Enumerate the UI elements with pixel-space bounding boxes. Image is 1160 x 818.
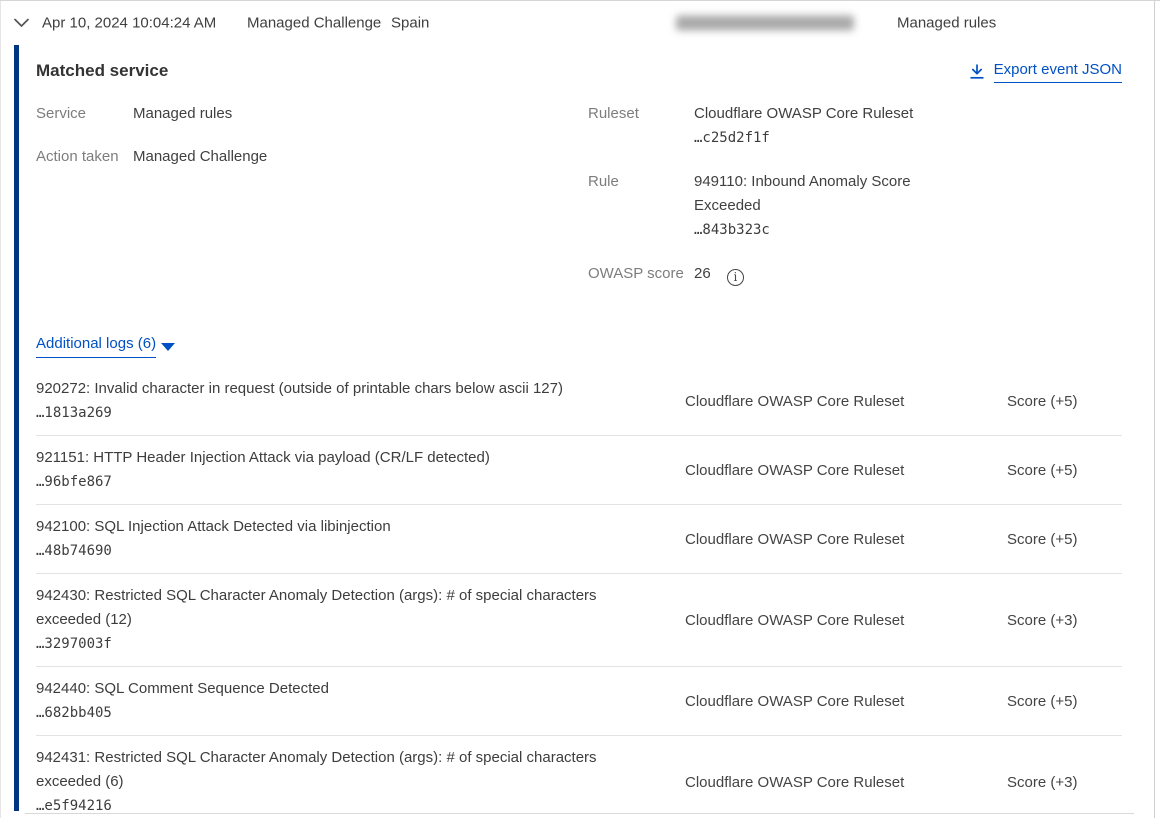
log-description: 942431: Restricted SQL Character Anomaly… (36, 746, 655, 794)
log-score: Score (+5) (1007, 531, 1122, 548)
action-taken-value: Managed Challenge (133, 145, 267, 169)
additional-logs-list: 920272: Invalid character in request (ou… (36, 367, 1122, 818)
action-taken-label: Action taken (36, 145, 133, 169)
log-row: 942430: Restricted SQL Character Anomaly… (36, 573, 1122, 666)
table-left-border (0, 1, 1, 818)
log-rule-hash: …682bb405 (36, 701, 655, 725)
event-action: Managed Challenge (247, 15, 381, 32)
ruleset-value: Cloudflare OWASP Core Ruleset (694, 105, 913, 122)
log-score: Score (+5) (1007, 393, 1122, 410)
additional-logs-label: Additional logs (6) (36, 332, 156, 358)
log-ruleset: Cloudflare OWASP Core Ruleset (685, 393, 1007, 410)
rule-field: Rule 949110: Inbound Anomaly Score Excee… (588, 170, 1122, 242)
matched-service-section: Matched service Export event JSON Servic… (14, 45, 1160, 811)
log-ruleset: Cloudflare OWASP Core Ruleset (685, 774, 1007, 791)
owasp-score-field: OWASP score 26 i (588, 262, 1122, 286)
download-icon (969, 63, 985, 80)
event-timestamp: Apr 10, 2024 10:04:24 AM (42, 15, 216, 32)
ruleset-id: …c25d2f1f (694, 126, 913, 150)
log-description: 920272: Invalid character in request (ou… (36, 377, 655, 401)
log-ruleset: Cloudflare OWASP Core Ruleset (685, 612, 1007, 629)
additional-logs-toggle[interactable]: Additional logs (6) (36, 332, 175, 358)
section-title: Matched service (36, 59, 168, 83)
log-rule-hash: …96bfe867 (36, 470, 655, 494)
ruleset-label: Ruleset (588, 102, 694, 150)
table-right-border (1154, 1, 1155, 818)
next-row-border (25, 813, 1134, 814)
event-row[interactable]: Apr 10, 2024 10:04:24 AM Managed Challen… (0, 1, 1160, 45)
owasp-score-label: OWASP score (588, 262, 694, 286)
log-row: 942100: SQL Injection Attack Detected vi… (36, 504, 1122, 573)
action-taken-field: Action taken Managed Challenge (36, 145, 588, 169)
caret-down-icon (161, 343, 175, 351)
log-row: 942431: Restricted SQL Character Anomaly… (36, 735, 1122, 818)
rule-id: …843b323c (694, 218, 934, 242)
export-event-json-link[interactable]: Export event JSON (969, 59, 1122, 83)
redacted-value (676, 16, 854, 31)
log-score: Score (+5) (1007, 462, 1122, 479)
ruleset-field: Ruleset Cloudflare OWASP Core Ruleset …c… (588, 102, 1122, 150)
export-event-json-label: Export event JSON (994, 59, 1122, 83)
log-row: 921151: HTTP Header Injection Attack via… (36, 435, 1122, 504)
owasp-score-value: 26 (694, 265, 711, 282)
chevron-down-icon[interactable] (13, 15, 30, 32)
log-description: 942100: SQL Injection Attack Detected vi… (36, 515, 655, 539)
log-row: 942440: SQL Comment Sequence Detected …6… (36, 666, 1122, 735)
log-score: Score (+3) (1007, 612, 1122, 629)
rule-value: 949110: Inbound Anomaly Score Exceeded (694, 173, 911, 214)
event-service: Managed rules (897, 15, 996, 32)
log-description: 942430: Restricted SQL Character Anomaly… (36, 584, 655, 632)
service-label: Service (36, 102, 133, 126)
log-ruleset: Cloudflare OWASP Core Ruleset (685, 462, 1007, 479)
log-score: Score (+5) (1007, 693, 1122, 710)
log-rule-hash: …3297003f (36, 632, 655, 656)
log-ruleset: Cloudflare OWASP Core Ruleset (685, 531, 1007, 548)
service-field: Service Managed rules (36, 102, 588, 126)
log-score: Score (+3) (1007, 774, 1122, 791)
log-ruleset: Cloudflare OWASP Core Ruleset (685, 693, 1007, 710)
rule-label: Rule (588, 170, 694, 242)
log-rule-hash: …1813a269 (36, 401, 655, 425)
service-value: Managed rules (133, 102, 232, 126)
log-rule-hash: …48b74690 (36, 539, 655, 563)
info-icon[interactable]: i (727, 269, 744, 286)
log-rule-hash: …e5f94216 (36, 794, 655, 818)
log-row: 920272: Invalid character in request (ou… (36, 367, 1122, 435)
event-detail-panel: Apr 10, 2024 10:04:24 AM Managed Challen… (0, 0, 1160, 818)
event-country: Spain (391, 15, 429, 32)
log-description: 921151: HTTP Header Injection Attack via… (36, 446, 655, 470)
log-description: 942440: SQL Comment Sequence Detected (36, 677, 655, 701)
